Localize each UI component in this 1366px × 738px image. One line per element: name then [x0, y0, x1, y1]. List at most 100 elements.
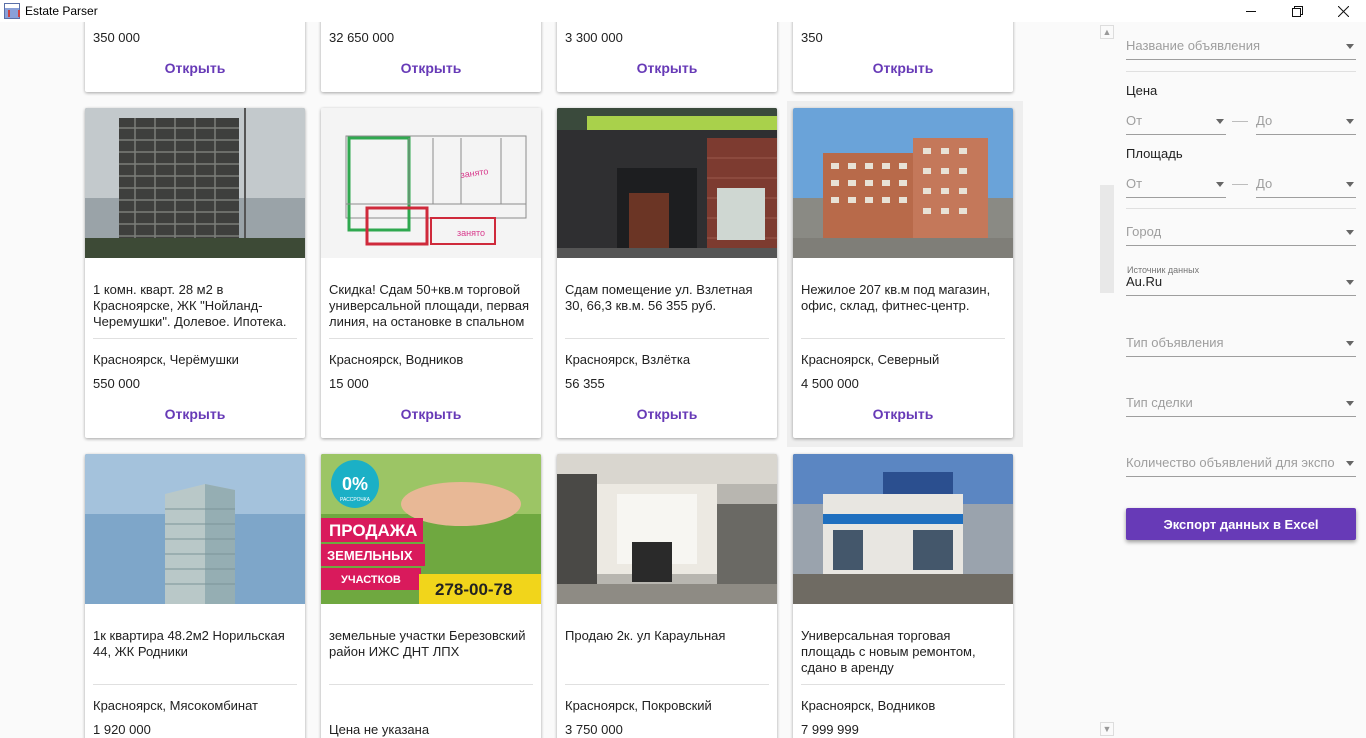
close-icon[interactable] — [1320, 0, 1366, 22]
divider — [93, 684, 297, 685]
area-label: Площадь — [1126, 146, 1183, 161]
divider — [801, 338, 1005, 339]
dropdown-arrow-icon — [1346, 119, 1354, 124]
scroll-thumb[interactable] — [1100, 185, 1114, 293]
price-from-select[interactable]: От — [1126, 109, 1226, 135]
filter-panel: Название объявления Цена От До Площадь О… — [1126, 22, 1356, 738]
listing-card[interactable]: 1к квартира 48.2м2 Норильская 44, ЖК Род… — [85, 454, 305, 738]
listing-card[interactable]: Универсальная торговая площадь с новым р… — [793, 454, 1013, 738]
listing-price: Цена не указана — [329, 722, 430, 737]
open-listing-button[interactable]: Открыть — [321, 60, 541, 76]
dropdown-arrow-icon — [1216, 182, 1224, 187]
title-bar: Estate Parser — [0, 0, 1366, 22]
divider — [565, 684, 769, 685]
plan-label-taken: занято — [457, 228, 485, 238]
app-building-icon — [4, 3, 20, 19]
open-listing-button[interactable]: Открыть — [85, 60, 305, 76]
ad-installment: РАССРОЧКА — [340, 497, 371, 503]
listing-title: земельные участки Березовский район ИЖС … — [329, 628, 526, 659]
listing-card[interactable]: 0% РАССРОЧКА ПРОДАЖА ЗЕМЕЛЬНЫХ УЧАСТКОВ … — [321, 454, 541, 738]
open-listing-button[interactable]: Открыть — [321, 406, 541, 422]
listing-card: 350 Открыть — [793, 22, 1013, 92]
scroll-up-arrow-icon[interactable]: ▲ — [1100, 25, 1114, 39]
listing-card: 350 000 Открыть — [85, 22, 305, 92]
city-select[interactable]: Город — [1126, 220, 1356, 246]
listing-card[interactable]: Нежилое 207 кв.м под магазин, офис, скла… — [793, 108, 1013, 438]
listing-title: Скидка! Сдам 50+кв.м торговой универсаль… — [329, 282, 530, 329]
listing-title: 1к квартира 48.2м2 Норильская 44, ЖК Род… — [93, 628, 285, 659]
listing-title: Нежилое 207 кв.м под магазин, офис, скла… — [801, 282, 991, 313]
listing-photo — [557, 108, 777, 258]
dropdown-arrow-icon — [1346, 182, 1354, 187]
listing-card[interactable]: Продаю 2к. ул Караульная Красноярск, Пок… — [557, 454, 777, 738]
listing-price: 1 920 000 — [93, 722, 151, 737]
listing-card: 3 300 000 Открыть — [557, 22, 777, 92]
divider — [329, 338, 533, 339]
deal-type-select[interactable]: Тип сделки — [1126, 391, 1356, 417]
listing-card[interactable]: 1 комн. кварт. 28 м2 в Красноярске, ЖК "… — [85, 108, 305, 438]
ad-line3: УЧАСТКОВ — [341, 574, 401, 586]
open-listing-button[interactable]: Открыть — [793, 60, 1013, 76]
listing-title: Сдам помещение ул. Взлетная 30, 66,3 кв.… — [565, 282, 753, 313]
open-listing-button[interactable]: Открыть — [557, 406, 777, 422]
listing-price: 3 750 000 — [565, 722, 623, 737]
area-to-select[interactable]: До — [1256, 172, 1356, 198]
minimize-icon[interactable] — [1228, 0, 1274, 22]
listing-title: Продаю 2к. ул Караульная — [565, 628, 726, 643]
listing-grid: 350 000 Открыть 32 650 000 Открыть 3 300… — [85, 22, 1025, 738]
dropdown-arrow-icon — [1346, 280, 1354, 285]
export-count-select[interactable]: Количество объявлений для экспо — [1126, 451, 1356, 477]
price-to-select[interactable]: До — [1256, 109, 1356, 135]
ad-phone: 278-00-78 — [435, 580, 513, 599]
listing-card[interactable]: занято занято Скидка! Сдам 50+кв.м торго… — [321, 108, 541, 438]
ad-type-placeholder: Тип объявления — [1126, 335, 1224, 350]
listing-photo: 0% РАССРОЧКА ПРОДАЖА ЗЕМЕЛЬНЫХ УЧАСТКОВ … — [321, 454, 541, 604]
dropdown-arrow-icon — [1346, 230, 1354, 235]
open-listing-button[interactable]: Открыть — [85, 406, 305, 422]
dropdown-arrow-icon — [1346, 461, 1354, 466]
listing-price: 4 500 000 — [801, 376, 859, 391]
listing-price: 15 000 — [329, 376, 369, 391]
city-placeholder: Город — [1126, 224, 1162, 239]
listing-price: 56 355 — [565, 376, 605, 391]
listing-price: 350 — [801, 30, 823, 45]
listing-title: 1 комн. кварт. 28 м2 в Красноярске, ЖК "… — [93, 282, 287, 329]
export-count-placeholder: Количество объявлений для экспо — [1126, 455, 1335, 470]
listing-location: Красноярск, Водников — [801, 698, 936, 713]
listing-name-placeholder: Название объявления — [1126, 38, 1261, 53]
divider — [1126, 71, 1356, 72]
export-excel-button[interactable]: Экспорт данных в Excel — [1126, 508, 1356, 540]
listing-location: Красноярск, Взлётка — [565, 352, 691, 367]
listing-price: 550 000 — [93, 376, 140, 391]
data-source-select[interactable]: Источник данных Au.Ru — [1126, 265, 1356, 296]
data-source-value: Au.Ru — [1126, 274, 1163, 289]
listing-card: 32 650 000 Открыть — [321, 22, 541, 92]
listing-title: Универсальная торговая площадь с новым р… — [801, 628, 976, 675]
open-listing-button[interactable]: Открыть — [557, 60, 777, 76]
window-title: Estate Parser — [25, 4, 98, 18]
listing-name-select[interactable]: Название объявления — [1126, 34, 1356, 60]
range-dash — [1232, 121, 1248, 122]
divider — [1126, 208, 1356, 209]
ad-type-select[interactable]: Тип объявления — [1126, 331, 1356, 357]
scroll-down-arrow-icon[interactable]: ▼ — [1100, 722, 1114, 736]
restore-icon[interactable] — [1274, 0, 1320, 22]
range-dash — [1232, 184, 1248, 185]
listing-location: Красноярск, Покровский — [565, 698, 712, 713]
listing-location: Красноярск, Черёмушки — [93, 352, 239, 367]
listing-photo — [85, 108, 305, 258]
open-listing-button[interactable]: Открыть — [793, 406, 1013, 422]
listing-scrollbar[interactable]: ▲ ▼ — [1098, 22, 1116, 738]
ad-line1: ПРОДАЖА — [329, 521, 417, 540]
listing-photo — [85, 454, 305, 604]
area-from-select[interactable]: От — [1126, 172, 1226, 198]
price-label: Цена — [1126, 83, 1158, 98]
listing-photo — [557, 454, 777, 604]
dropdown-arrow-icon — [1216, 119, 1224, 124]
listing-photo: занято занято — [321, 108, 541, 258]
listing-location: Красноярск, Мясокомбинат — [93, 698, 259, 713]
dropdown-arrow-icon — [1346, 44, 1354, 49]
listing-card[interactable]: Сдам помещение ул. Взлетная 30, 66,3 кв.… — [557, 108, 777, 438]
ad-line2: ЗЕМЕЛЬНЫХ — [327, 548, 413, 563]
dropdown-arrow-icon — [1346, 401, 1354, 406]
